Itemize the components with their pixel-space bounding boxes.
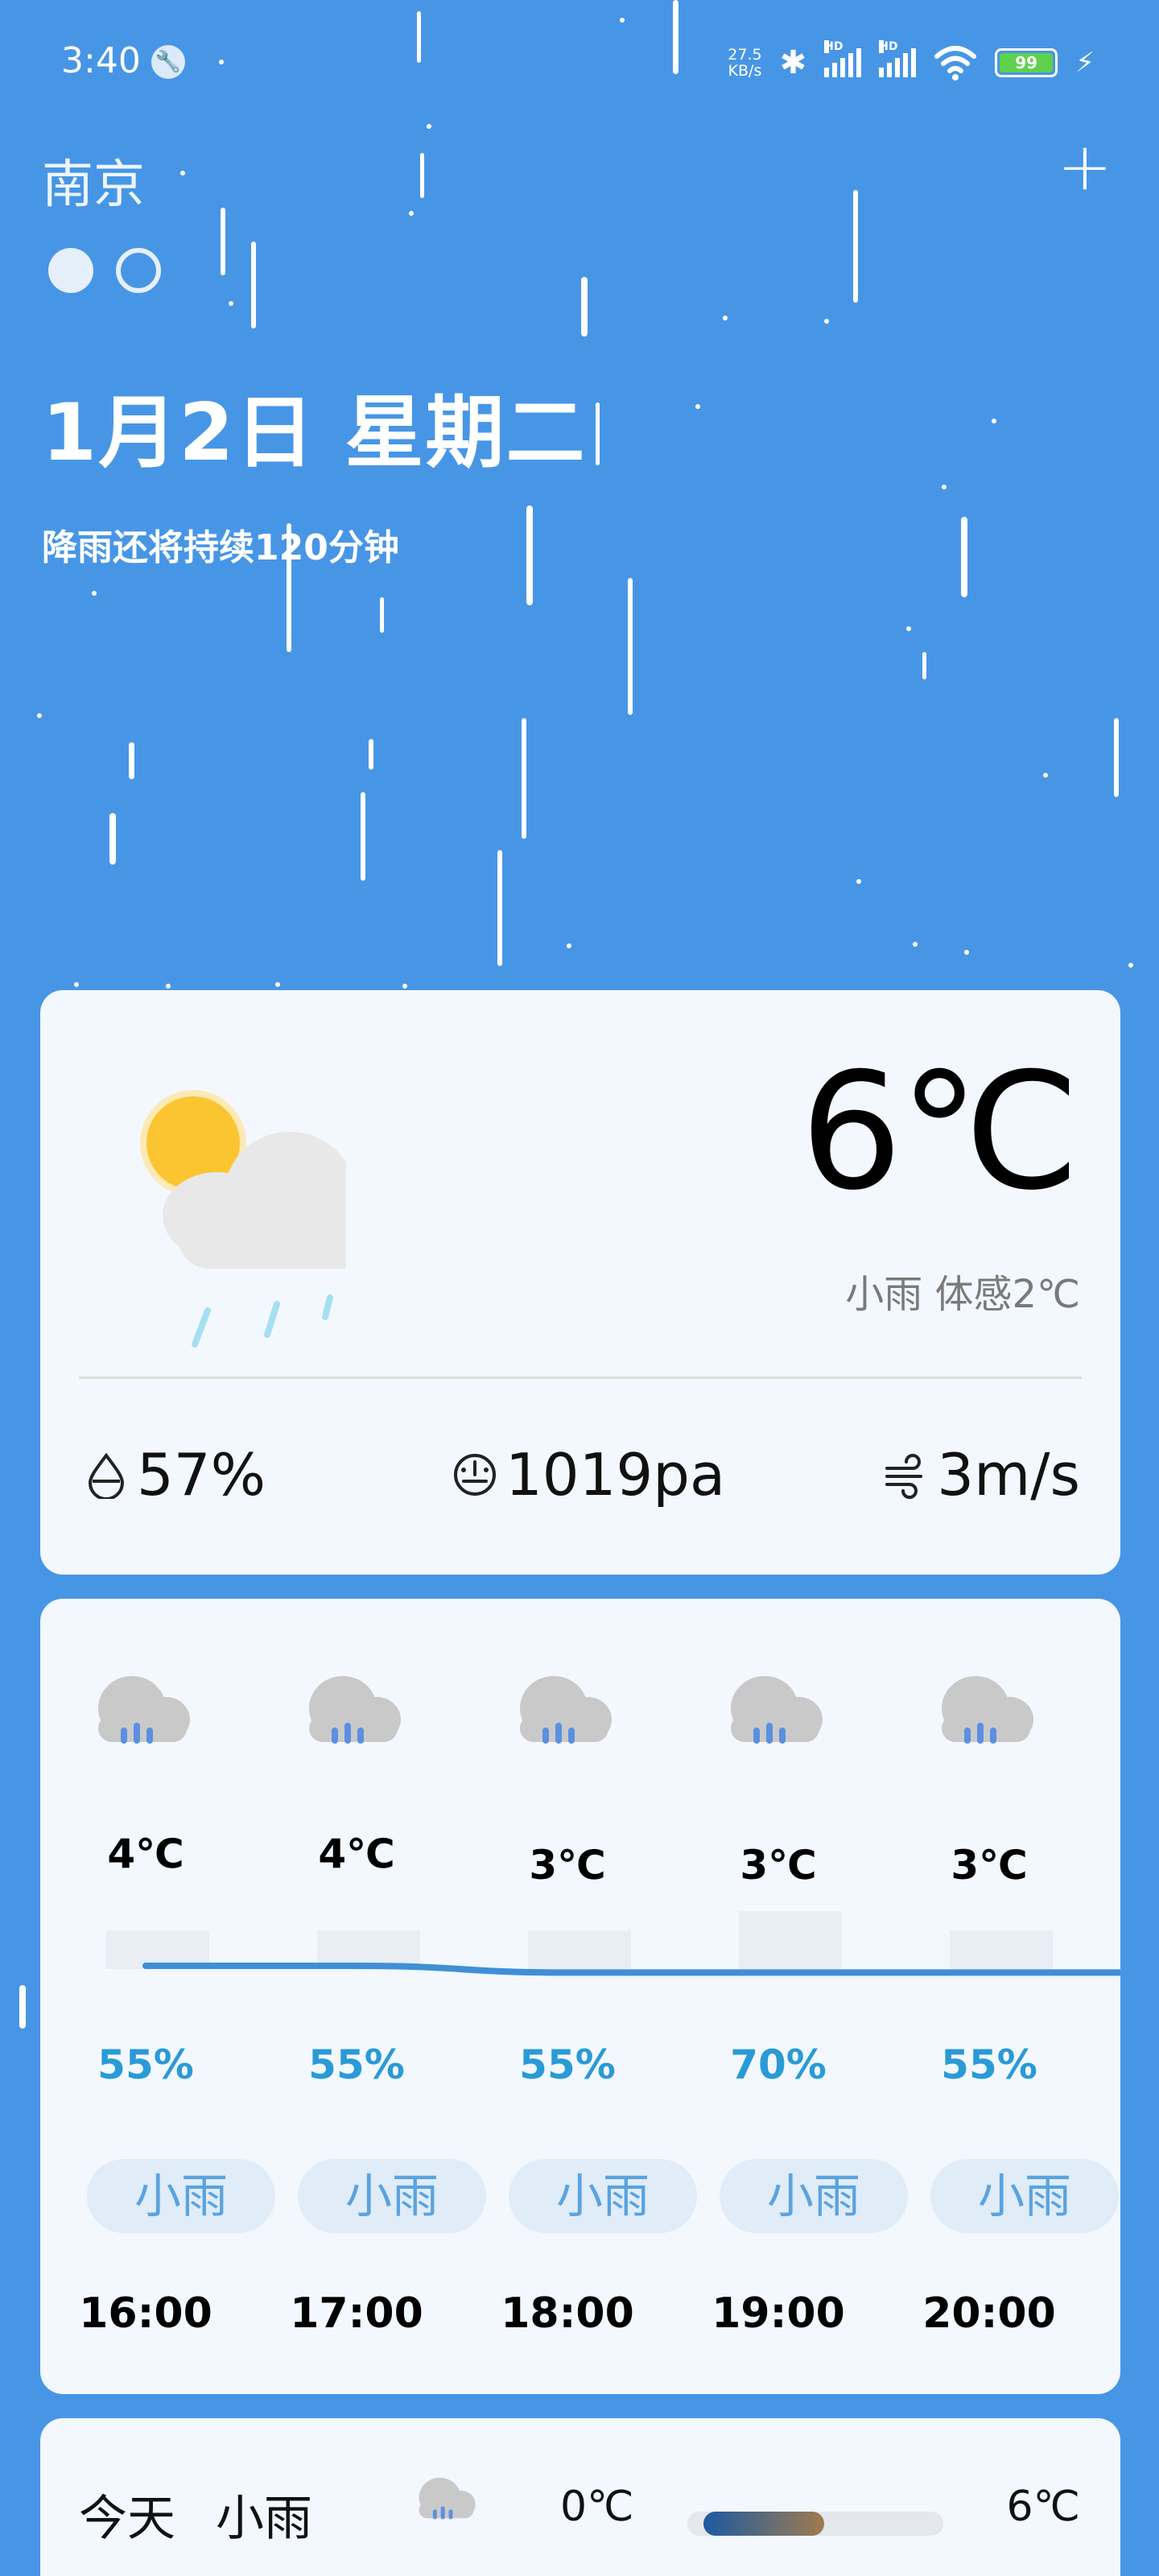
hourly-humidity: 55%	[308, 2041, 405, 2088]
battery-icon: 99	[995, 48, 1058, 77]
hourly-item[interactable]: 3℃ 55% 小雨 18:00	[462, 1599, 697, 2394]
cloud-rain-icon	[419, 2477, 476, 2520]
charging-icon: ⚡	[1075, 47, 1095, 79]
hourly-forecast-card[interactable]: 4℃ 55% 小雨 16:00 4℃ 55% 小雨 17:00 3℃ 55% 小…	[40, 1599, 1120, 2394]
cloud-rain-icon	[731, 1676, 823, 1744]
wind-metric: 3m/s	[882, 1441, 1080, 1509]
hourly-humidity: 55%	[97, 2041, 194, 2088]
hourly-condition: 小雨	[930, 2159, 1119, 2233]
hourly-time: 19:00	[711, 2289, 845, 2338]
current-date: 1月2日 星期二	[42, 387, 587, 479]
hourly-item[interactable]: 4℃ 55% 小雨 16:00	[40, 1599, 275, 2394]
humidity-bar	[106, 1930, 209, 1969]
hourly-time: 20:00	[922, 2289, 1056, 2338]
divider	[79, 1377, 1082, 1379]
hourly-temperature: 4℃	[107, 1831, 184, 1877]
current-weather-card[interactable]: 6℃ 小雨 体感2℃ 57% 1019pa 3m/s	[40, 990, 1120, 1575]
hourly-temperature: 3℃	[529, 1842, 606, 1889]
condition-feels-like: 小雨 体感2℃	[845, 1272, 1080, 1317]
signal-icon: HD	[824, 40, 862, 77]
cloud-rain-icon	[942, 1676, 1033, 1744]
hourly-item[interactable]: 4℃ 55% 小雨 17:00	[251, 1599, 486, 2394]
daily-forecast-row[interactable]: 今天 小雨 0℃ 6℃	[40, 2418, 1120, 2576]
daily-day: 今天	[79, 2491, 175, 2547]
page-indicator	[48, 248, 161, 293]
current-temperature: 6℃	[800, 1038, 1080, 1226]
wifi-icon	[934, 46, 977, 80]
daily-condition: 小雨	[216, 2491, 312, 2547]
humidity-bar	[739, 1911, 842, 1969]
hourly-time: 17:00	[290, 2289, 423, 2338]
wrench-icon: 🔧	[151, 45, 185, 79]
hourly-item[interactable]: 3℃ 70% 小雨 19:00	[673, 1599, 908, 2394]
rain-forecast-message: 降雨还将持续120分钟	[42, 527, 399, 568]
humidity-drop-icon	[88, 1452, 125, 1499]
hourly-condition: 小雨	[720, 2159, 908, 2233]
signal-icon: HD	[879, 40, 917, 77]
cloud-rain-icon	[309, 1676, 401, 1744]
sun-cloud-rain-icon	[140, 1090, 346, 1348]
status-icons: 27.5 KB/s ✱ HD HD 99 ⚡	[728, 39, 1095, 87]
hourly-time: 16:00	[79, 2289, 212, 2338]
pressure-value: 1019pa	[505, 1441, 726, 1509]
hourly-item[interactable]: 3℃ 55% 小雨 20:00	[884, 1599, 1119, 2394]
temperature-range-fill	[703, 2512, 824, 2536]
status-bar: 3:40 🔧 27.5 KB/s ✱ HD HD 99 ⚡	[0, 0, 1159, 121]
city-name[interactable]: 南京	[42, 143, 145, 217]
hourly-condition: 小雨	[509, 2159, 697, 2233]
network-speed: 27.5 KB/s	[728, 46, 762, 80]
daily-high-temp: 6℃	[1006, 2483, 1080, 2531]
cloud-rain-icon	[98, 1676, 190, 1744]
hourly-condition: 小雨	[298, 2159, 486, 2233]
humidity-bar	[317, 1930, 420, 1969]
cloud-rain-icon	[520, 1676, 612, 1744]
hourly-humidity: 55%	[519, 2041, 616, 2088]
hourly-humidity: 55%	[941, 2041, 1037, 2088]
hourly-temperature: 3℃	[740, 1842, 817, 1889]
humidity-value: 57%	[137, 1441, 266, 1509]
hourly-humidity: 70%	[730, 2041, 827, 2088]
humidity-bar	[950, 1930, 1053, 1969]
bluetooth-icon: ✱	[779, 44, 807, 81]
wind-value: 3m/s	[937, 1441, 1080, 1509]
page-dot-active[interactable]	[48, 248, 93, 293]
daily-low-temp: 0℃	[560, 2483, 634, 2531]
add-city-button[interactable]: +	[1053, 134, 1117, 203]
hourly-time: 18:00	[501, 2289, 634, 2338]
hourly-temperature: 3℃	[951, 1842, 1028, 1889]
pressure-gauge-icon	[454, 1454, 496, 1496]
battery-level: 99	[1000, 53, 1054, 72]
hourly-temperature: 4℃	[318, 1831, 395, 1877]
status-time: 3:40	[61, 40, 141, 81]
page-dot[interactable]	[116, 248, 161, 293]
hourly-condition: 小雨	[87, 2159, 275, 2233]
humidity-bar	[528, 1930, 631, 1969]
pressure-metric: 1019pa	[451, 1441, 725, 1509]
temperature-range-bar	[687, 2512, 943, 2536]
wind-icon	[885, 1454, 923, 1499]
humidity-metric: 57%	[82, 1441, 266, 1509]
